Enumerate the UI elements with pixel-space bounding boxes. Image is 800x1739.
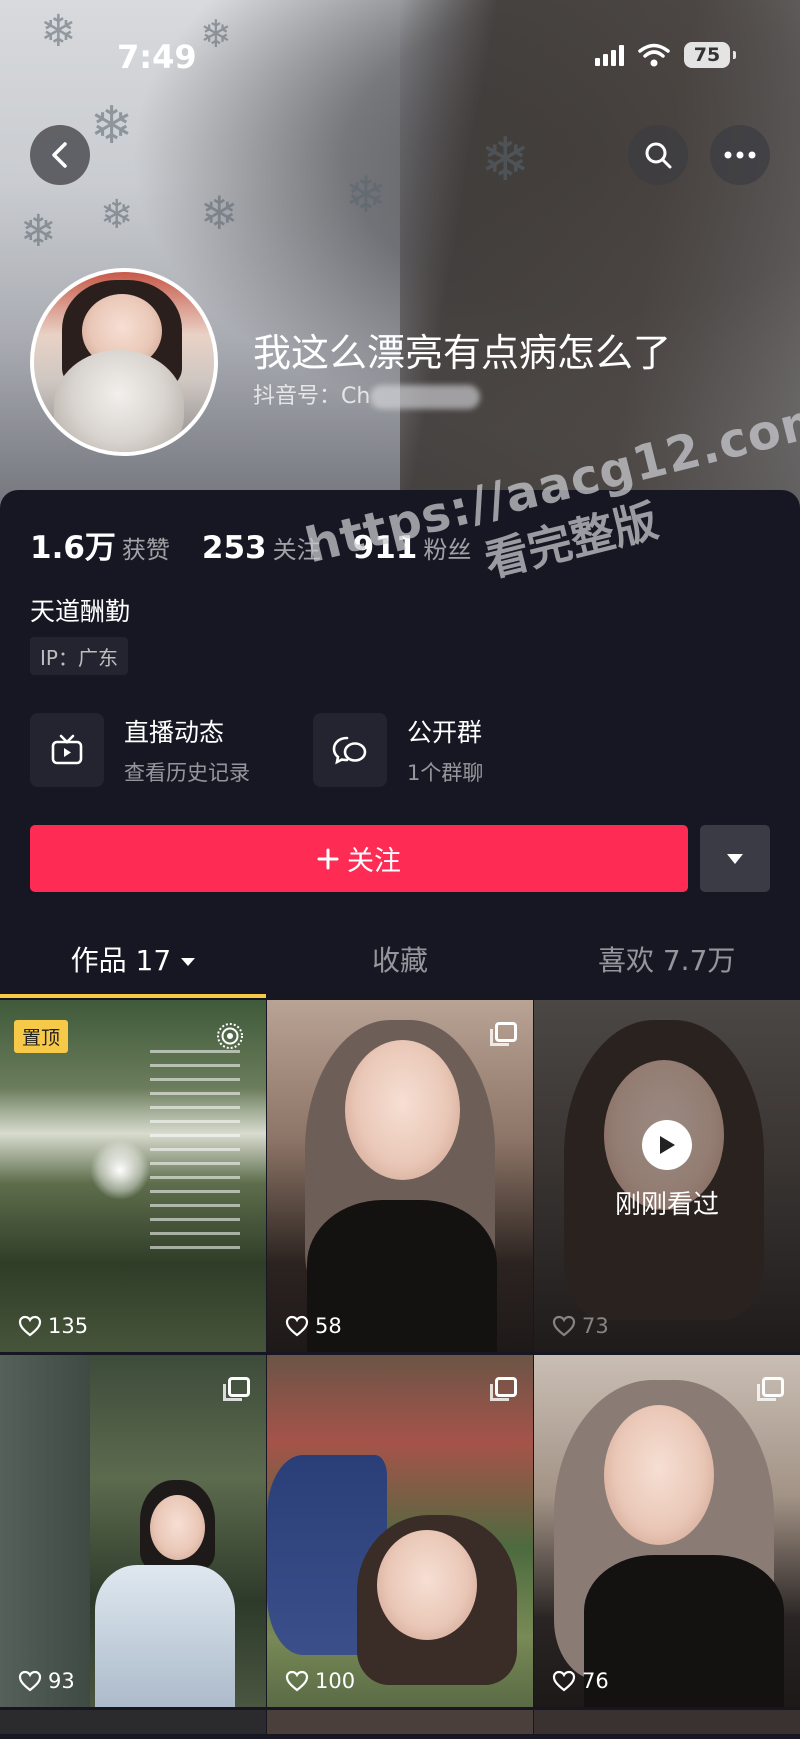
signal-icon — [595, 44, 624, 66]
feature-title: 直播动态 — [124, 718, 225, 747]
heart-icon — [285, 1670, 309, 1692]
heart-icon — [285, 1315, 309, 1337]
live-photo-icon — [217, 1023, 243, 1049]
video-likes: 135 — [18, 1314, 88, 1338]
video-thumbnail[interactable] — [534, 1710, 800, 1734]
status-time: 7:49 — [117, 38, 197, 76]
battery-level: 75 — [693, 44, 721, 66]
profile-bio: 天道酬勤 — [30, 597, 131, 626]
status-icons: 75 — [595, 42, 736, 68]
tab-liked[interactable]: 喜欢 7.7万 — [533, 935, 800, 997]
thumbnail-tree — [0, 1355, 90, 1707]
multi-image-icon — [490, 1377, 517, 1401]
ellipsis-icon — [724, 151, 756, 159]
video-thumbnail[interactable]: 100 — [267, 1355, 533, 1707]
snowflake-decoration: ❄ — [480, 125, 531, 195]
heart-icon — [18, 1315, 42, 1337]
ip-location-badge: IP：广东 — [30, 637, 128, 675]
thumbnail-shirt — [95, 1565, 235, 1707]
likes-count: 76 — [582, 1669, 609, 1693]
heart-icon — [18, 1670, 42, 1692]
follow-label: 关注 — [347, 846, 401, 877]
tab-works[interactable]: 作品 17 — [0, 935, 267, 997]
likes-count: 73 — [582, 1314, 609, 1338]
video-likes: 76 — [552, 1669, 609, 1693]
avatar-cat — [54, 350, 184, 452]
snowflake-decoration: ❄ — [90, 96, 134, 156]
tab-active-indicator — [0, 994, 266, 998]
stat-value: 253 — [201, 530, 267, 566]
likes-count: 58 — [315, 1314, 342, 1338]
thumbnail-face — [604, 1405, 714, 1545]
stat-likes[interactable]: 1.6万 获赞 — [30, 522, 170, 567]
douyin-id-blurred — [370, 385, 481, 409]
plus-icon — [317, 848, 339, 869]
feature-subtitle: 1个群聊 — [407, 761, 484, 785]
stat-value: 1.6万 — [30, 530, 116, 566]
snowflake-decoration: ❄ — [345, 166, 387, 224]
profile-tabs: 作品 17 收藏 喜欢 7.7万 — [0, 935, 800, 997]
wifi-icon — [638, 43, 670, 67]
tab-favorites[interactable]: 收藏 — [267, 935, 534, 997]
back-button[interactable] — [30, 125, 90, 185]
video-likes: 93 — [18, 1669, 75, 1693]
video-likes: 73 — [552, 1314, 609, 1338]
heart-icon — [552, 1670, 576, 1692]
video-thumbnail[interactable] — [267, 1710, 533, 1734]
multi-image-icon — [490, 1022, 517, 1046]
snowflake-decoration: ❄ — [20, 206, 57, 257]
search-icon — [645, 142, 672, 169]
search-button[interactable] — [628, 125, 688, 185]
thumbnail-shirt — [584, 1555, 784, 1707]
play-icon — [642, 1120, 692, 1170]
recently-watched-label: 刚刚看过 — [614, 1190, 719, 1220]
likes-count: 93 — [48, 1669, 75, 1693]
multi-image-icon — [223, 1377, 250, 1401]
video-thumbnail[interactable]: 76 — [534, 1355, 800, 1707]
video-grid: 置顶 135 58 刚刚看过 73 93 100 76 — [0, 1000, 800, 1734]
douyin-id-label: 抖音号：Ch — [253, 384, 371, 409]
battery-icon: 75 — [684, 42, 736, 68]
sun-glare — [90, 1140, 150, 1200]
heart-icon — [552, 1315, 576, 1337]
feature-subtitle: 查看历史记录 — [124, 761, 250, 785]
snowflake-decoration: ❄ — [200, 12, 232, 56]
video-thumbnail[interactable]: 93 — [0, 1355, 266, 1707]
snowflake-decoration: ❄ — [200, 186, 239, 240]
stat-label: 获赞 — [121, 536, 170, 564]
more-options-button[interactable] — [710, 125, 770, 185]
likes-count: 100 — [315, 1669, 356, 1693]
stat-following[interactable]: 253 关注 — [202, 530, 321, 566]
recently-watched-overlay: 刚刚看过 — [534, 1120, 800, 1221]
snowflake-decoration: ❄ — [100, 192, 134, 238]
group-chat-icon — [313, 713, 387, 787]
feature-live-history[interactable]: 直播动态 查看历史记录 — [30, 713, 250, 787]
pinned-badge: 置顶 — [14, 1020, 69, 1053]
tv-icon — [30, 713, 104, 787]
profile-nickname: 我这么漂亮有点病怎么了 — [253, 331, 672, 375]
avatar[interactable] — [30, 268, 218, 456]
thumbnail-face — [150, 1495, 205, 1560]
overlay-text-lines — [150, 1050, 240, 1250]
douyin-id: 抖音号：Ch — [253, 378, 481, 410]
video-thumbnail[interactable]: 刚刚看过 73 — [534, 1000, 800, 1352]
video-thumbnail[interactable]: 置顶 135 — [0, 1000, 266, 1352]
feature-public-group[interactable]: 公开群 1个群聊 — [313, 713, 483, 787]
thumbnail-face — [345, 1040, 460, 1180]
follow-button[interactable]: 关注 — [30, 825, 688, 892]
video-likes: 58 — [285, 1314, 342, 1338]
video-thumbnail[interactable]: 58 — [267, 1000, 533, 1352]
video-likes: 100 — [285, 1669, 355, 1693]
recommend-dropdown-button[interactable] — [700, 825, 770, 892]
tab-label: 作品 17 — [70, 944, 172, 977]
thumbnail-face — [377, 1530, 477, 1640]
chevron-left-icon — [52, 142, 67, 168]
caret-down-icon — [727, 853, 743, 864]
snowflake-decoration: ❄ — [40, 6, 77, 57]
multi-image-icon — [757, 1377, 784, 1401]
likes-count: 135 — [48, 1314, 89, 1338]
feature-title: 公开群 — [407, 718, 483, 747]
caret-down-icon — [181, 958, 196, 966]
video-thumbnail[interactable] — [0, 1710, 266, 1734]
